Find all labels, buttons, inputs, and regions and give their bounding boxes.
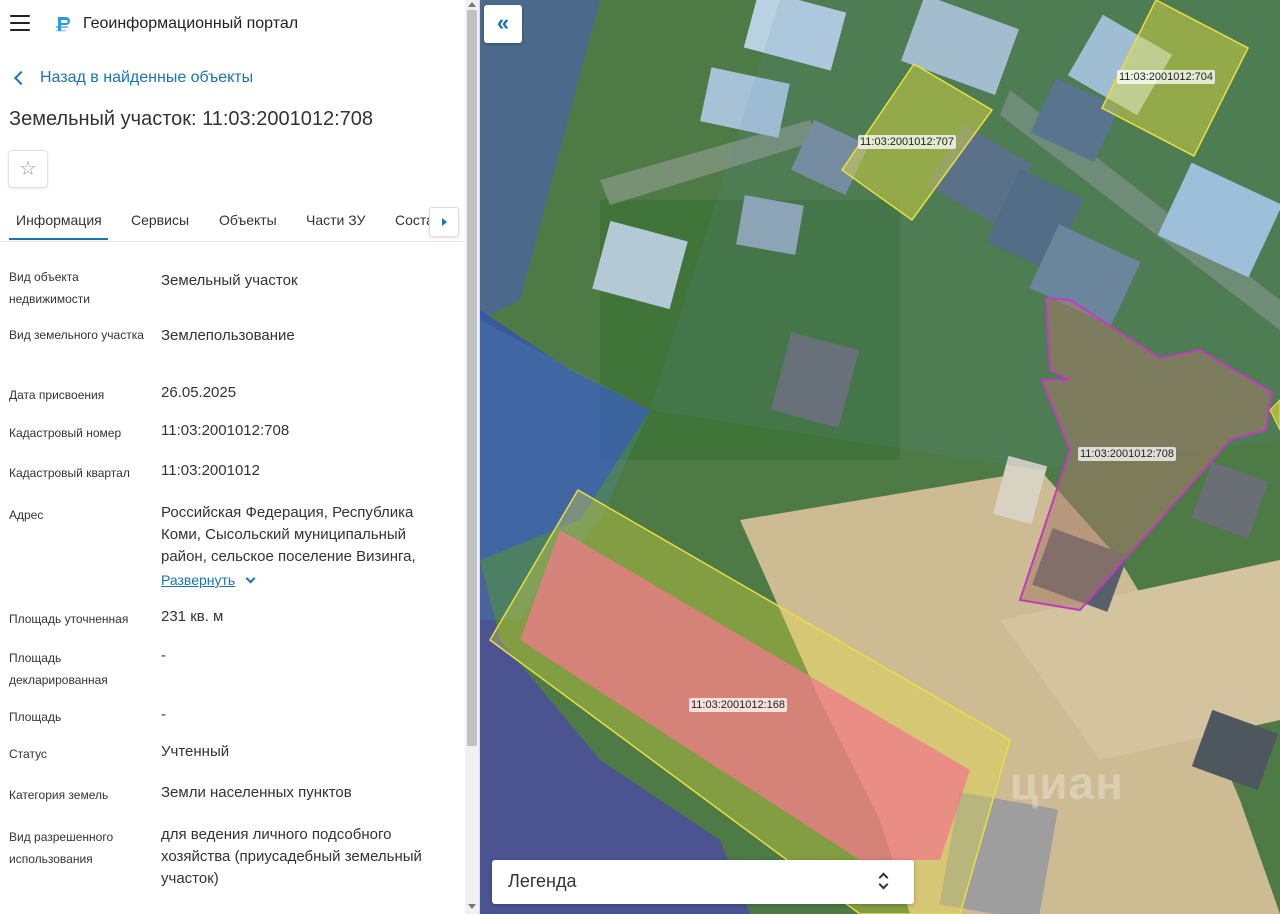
property-value: Российская Федерация, Республика Коми, С… [161, 504, 416, 565]
property-value: Землепользование [161, 327, 295, 344]
property-label: Адрес [9, 508, 44, 522]
tab-services[interactable]: Сервисы [131, 212, 189, 228]
double-chevron-left-icon: « [496, 9, 510, 35]
portal-logo-icon [56, 17, 70, 32]
legend-label: Легенда [508, 871, 577, 891]
active-tab-indicator [9, 238, 108, 240]
chevron-down-icon [245, 573, 256, 583]
tab-objects[interactable]: Объекты [219, 212, 277, 228]
property-label: Дата присвоения [9, 388, 105, 402]
scrollbar-thumb[interactable] [467, 10, 477, 746]
legend-dropdown[interactable]: Легенда [492, 860, 914, 904]
property-label: Вид объекта недвижимости [9, 270, 90, 306]
hamburger-icon[interactable] [10, 15, 30, 33]
property-value: для ведения личного подсобного хозяйства… [161, 826, 422, 887]
property-label: Статус [9, 747, 47, 761]
expand-address-link[interactable]: Развернуть [161, 572, 256, 588]
collapse-panel-button[interactable]: « [484, 5, 522, 43]
property-label: Категория земель [9, 788, 109, 802]
map-view[interactable]: 11:03:2001012:707 11:03:2001012:704 11:0… [480, 0, 1280, 914]
property-value: - [161, 706, 166, 723]
tab-parts[interactable]: Части ЗУ [306, 212, 365, 228]
property-value: Земли населенных пунктов [161, 784, 352, 801]
star-icon: ☆ [19, 158, 37, 180]
watermark: циан [1010, 757, 1124, 809]
property-value: Учтенный [161, 743, 230, 760]
chevron-left-icon [13, 70, 29, 86]
scroll-down-icon[interactable] [468, 904, 476, 909]
scroll-up-icon[interactable] [468, 2, 476, 7]
property-value: 11:03:2001012:708 [161, 422, 290, 439]
back-link-label: Назад в найденные объекты [40, 69, 254, 86]
top-bar: Геоинформационный портал [0, 0, 479, 50]
info-panel: Геоинформационный портал Назад в найденн… [0, 0, 480, 914]
parcel-label-selected: 11:03:2001012:708 [1078, 447, 1176, 461]
property-label: Вид земельного участка [9, 328, 144, 342]
expand-collapse-icon [878, 871, 890, 893]
property-label: Площадь уточненная [9, 612, 129, 626]
property-label: Кадастровый номер [9, 426, 122, 440]
property-value: 11:03:2001012 [161, 462, 260, 479]
page-title: Земельный участок: 11:03:2001012:708 [9, 108, 374, 130]
property-value: 231 кв. м [161, 608, 224, 625]
caret-right-icon [441, 218, 447, 226]
parcel-label: 11:03:2001012:704 [1117, 70, 1215, 84]
panel-scrollbar[interactable] [465, 0, 479, 914]
property-value: 26.05.2025 [161, 384, 237, 401]
tabs-scroll-right-button[interactable] [429, 207, 459, 237]
parcel-label: 11:03:2001012:707 [858, 135, 956, 149]
portal-title: Геоинформационный портал [83, 15, 299, 32]
expand-label: Развернуть [161, 572, 236, 588]
tab-bar: Информация Сервисы Объекты Части ЗУ Сост… [0, 200, 464, 242]
tab-information[interactable]: Информация [16, 212, 102, 228]
favorite-button[interactable]: ☆ [8, 150, 48, 188]
property-label: Площадь декларированная [9, 651, 108, 687]
parcel-label: 11:03:2001012:168 [689, 698, 787, 712]
property-value: Земельный участок [161, 272, 298, 289]
property-value: - [161, 647, 166, 664]
back-to-results-link[interactable]: Назад в найденные объекты [13, 69, 254, 87]
property-label: Площадь [9, 710, 62, 724]
property-label: Вид разрешенного использования [9, 830, 114, 866]
property-label: Кадастровый квартал [9, 466, 130, 480]
